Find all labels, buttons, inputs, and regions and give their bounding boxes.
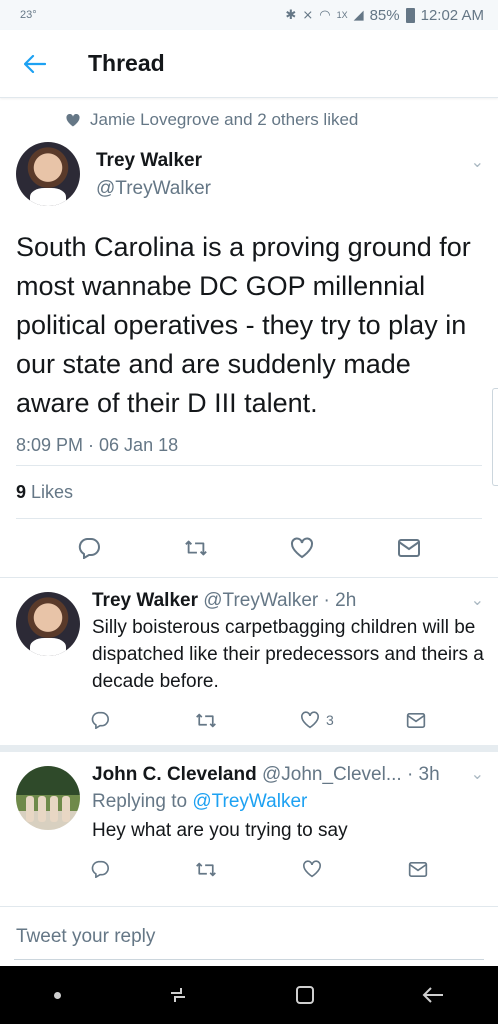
back-button[interactable] [0,54,70,73]
reply-text: Hey what are you trying to say [92,820,348,841]
avatar[interactable] [16,142,80,206]
reply-composer[interactable]: Tweet your reply [0,906,498,966]
network-label: 1X [336,10,348,20]
reply-text: Silly boisterous carpetbagging children … [92,617,484,692]
main-tweet: Trey Walker @TreyWalker ⌄ South Carolina… [0,142,498,577]
battery-icon [405,7,415,23]
likes-summary[interactable]: 9 Likes [16,466,482,518]
author-handle: @TreyWalker [96,178,211,199]
mail-icon [408,861,428,877]
author-meta: @John_Clevel... · 3h [261,764,440,785]
reply-tweet[interactable]: John C. Cleveland @John_Clevel... · 3h R… [0,752,498,894]
tweet-timestamp: 8:09 PM · 06 Jan 18 [16,435,179,455]
arrow-left-icon [24,54,46,73]
page-title: Thread [88,50,165,76]
replying-to: Replying to @TreyWalker [92,788,498,815]
social-context[interactable]: Jamie Lovegrove and 2 others liked [0,98,498,142]
reply-actions: 3 [88,695,498,745]
author-name: Trey Walker [96,150,202,171]
reply-actions [88,844,498,894]
retweet-button[interactable] [194,857,218,881]
chevron-down-icon[interactable]: ⌄ [471,764,484,784]
temperature: 23° [20,9,37,21]
heart-outline-icon [301,711,319,729]
likes-label: Likes [31,481,74,502]
retweet-button[interactable] [194,708,218,732]
reply-tweet[interactable]: Trey Walker @TreyWalker · 2h Silly boist… [0,577,498,745]
reply-button[interactable] [88,708,112,732]
bluetooth-icon: ✱ [285,7,297,22]
scrollbar[interactable] [492,388,498,486]
like-button[interactable] [290,536,314,560]
replying-to-link[interactable]: @TreyWalker [192,791,307,812]
author-meta: @TreyWalker · 2h [203,590,357,611]
chevron-down-icon[interactable]: ⌄ [471,152,484,172]
likes-count: 9 [16,481,27,502]
reply-header: Trey Walker @TreyWalker · 2h [92,590,498,612]
reply-button[interactable] [88,857,112,881]
back-icon[interactable] [422,986,444,1004]
clock: 12:02 AM [420,6,484,24]
like-button[interactable] [300,857,324,881]
retweet-icon [196,713,216,727]
reply-icon [91,711,109,729]
like-button[interactable]: 3 [300,708,334,732]
mute-icon: ⨯ [302,7,314,22]
recent-apps-icon[interactable] [168,985,188,1005]
reply-body: Trey Walker @TreyWalker · 2h Silly boist… [91,590,498,745]
app-bar: Thread [0,30,498,98]
avatar[interactable] [16,766,80,830]
section-divider [0,745,498,752]
chevron-down-icon[interactable]: ⌄ [471,590,484,610]
share-button[interactable] [404,708,428,732]
heart-icon [66,113,80,126]
status-icons: ✱ ⨯ ◠ 1X ◢ 85% 12:02 AM [285,7,484,24]
reply-header: John C. Cleveland @John_Clevel... · 3h [92,764,498,786]
reply-icon [79,538,101,559]
retweet-icon [184,540,207,556]
reply-icon [91,860,109,878]
author-name: Trey Walker [92,590,198,611]
retweet-button[interactable] [184,536,208,560]
heart-outline-icon [291,537,314,559]
tweet-header: Trey Walker @TreyWalker ⌄ [16,142,484,222]
avatar[interactable] [16,592,80,656]
compose-placeholder: Tweet your reply [16,925,156,947]
tweet-text: South Carolina is a proving ground for m… [16,232,471,418]
replying-to-label: Replying to [92,791,188,812]
wifi-icon: ◠ [319,7,331,22]
author-name: John C. Cleveland [92,764,257,785]
social-context-text: Jamie Lovegrove and 2 others liked [90,110,359,129]
like-count: 3 [326,712,334,728]
share-button[interactable] [406,857,430,881]
status-bar: 23° ✱ ⨯ ◠ 1X ◢ 85% 12:02 AM [0,0,498,30]
dot-icon[interactable] [53,991,61,999]
mail-icon [406,712,425,728]
battery-percent: 85% [369,6,400,24]
retweet-icon [196,862,216,876]
mail-icon [397,539,420,557]
reply-button[interactable] [77,536,101,560]
reply-body: John C. Cleveland @John_Clevel... · 3h R… [91,764,498,894]
signal-icon: ◢ [353,7,364,22]
share-button[interactable] [397,536,421,560]
home-icon[interactable] [295,985,315,1005]
system-nav-bar [0,966,498,1024]
heart-outline-icon [303,860,321,878]
tweet-actions [16,519,482,577]
author[interactable]: Trey Walker @TreyWalker [96,142,211,200]
